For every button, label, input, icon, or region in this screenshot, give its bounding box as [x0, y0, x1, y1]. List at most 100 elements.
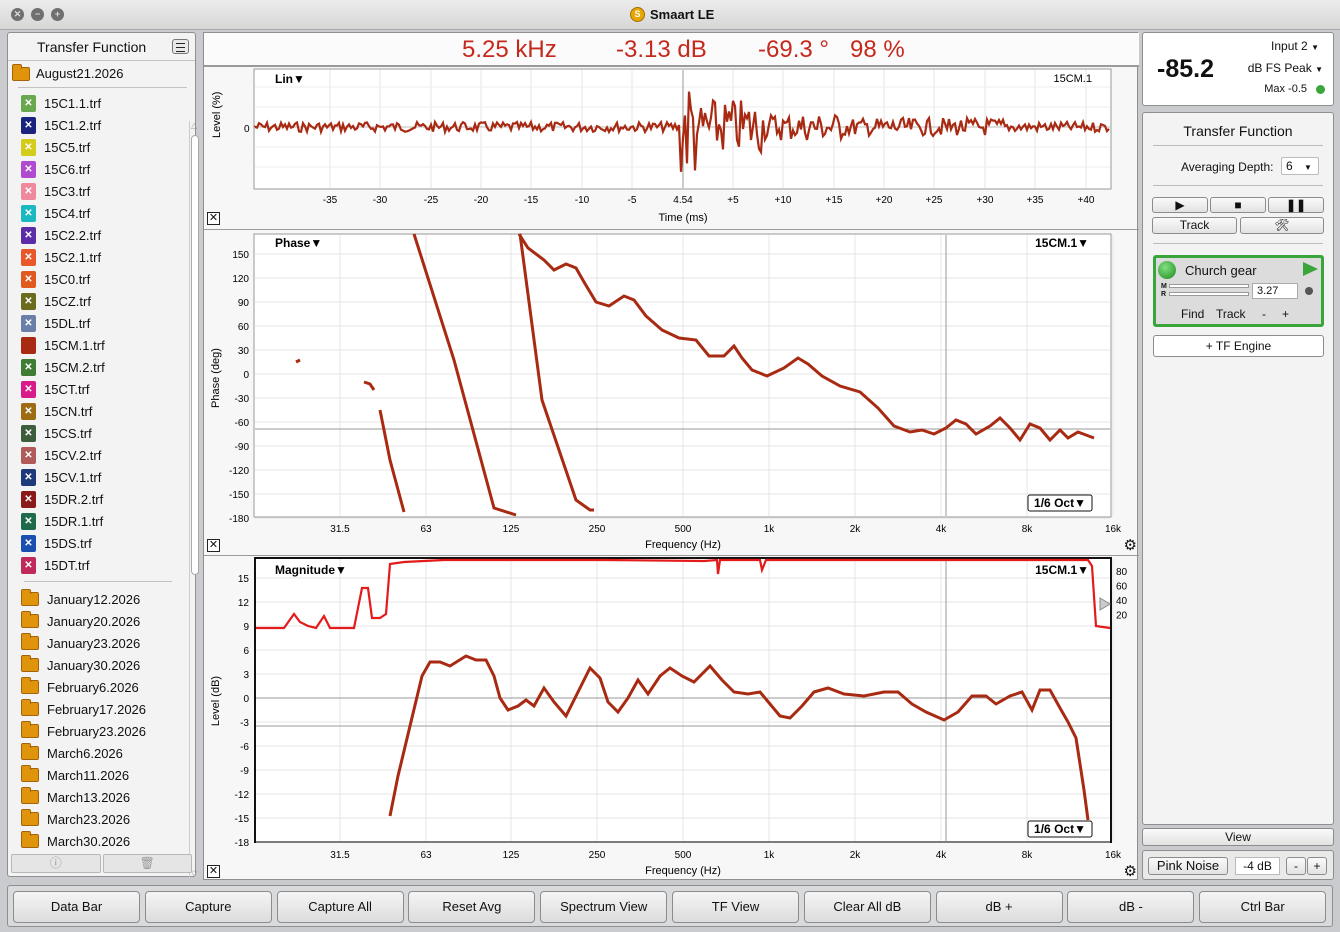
phase-trace-dropdown[interactable]: 15CM.1▼ [1035, 236, 1089, 250]
folder-row[interactable]: March6.2026 [18, 742, 180, 764]
magnitude-smoothing-dropdown[interactable]: 1/6 Oct▼ [1034, 822, 1086, 836]
engine-name[interactable]: Church gear [1185, 263, 1257, 278]
impulse-x-tick: +10 [775, 195, 792, 206]
file-row[interactable]: ✕ 15C2.2.trf [18, 224, 180, 246]
toolbar-button-capture[interactable]: Capture [144, 891, 272, 923]
file-row[interactable]: ✕ 15DL.trf [18, 312, 180, 334]
close-pane-icon[interactable]: ✕ [207, 539, 220, 552]
minimize-window-icon[interactable]: − [31, 8, 44, 21]
impulse-x-tick: +35 [1027, 195, 1044, 206]
folder-row[interactable]: March11.2026 [18, 764, 180, 786]
close-pane-icon[interactable]: ✕ [207, 212, 220, 225]
folder-row[interactable]: February17.2026 [18, 698, 180, 720]
title-bar: ✕ − + S Smaart LE [0, 0, 1340, 30]
trash-icon[interactable]: 🗑 [102, 854, 192, 873]
file-row[interactable]: ✕ 15CZ.trf [18, 290, 180, 312]
scroll-thumb[interactable] [191, 135, 199, 575]
file-row[interactable]: ✕ 15CS.trf [18, 422, 180, 444]
phase-plot[interactable]: 150 120 90 60 30 0 -30 -60 -90 -120 -150 -180 31.5 63… [204, 230, 1139, 556]
phase-smoothing-dropdown[interactable]: 1/6 Oct▼ [1034, 496, 1086, 510]
close-pane-icon[interactable]: ✕ [207, 865, 220, 878]
file-row[interactable]: ✕ 15CN.trf [18, 400, 180, 422]
impulse-plot[interactable]: Level (%) 0 -35 -30 -25 -20 -15 -10 -5 4.54 +5 +1… [204, 67, 1139, 230]
folder-row[interactable]: March13.2026 [18, 786, 180, 808]
view-button[interactable]: View [1142, 828, 1334, 846]
magnitude-x-tick: 1k [764, 850, 776, 861]
folder-icon [21, 611, 39, 628]
folder-row[interactable]: January12.2026 [18, 588, 180, 610]
file-row[interactable]: ✕ 15C1.2.trf [18, 114, 180, 136]
folder-row[interactable]: January20.2026 [18, 610, 180, 632]
toolbar-button-capture-all[interactable]: Capture All [276, 891, 404, 923]
file-row[interactable]: ✕ 15DS.trf [18, 532, 180, 554]
toolbar-button-clear-all-db[interactable]: Clear All dB [803, 891, 931, 923]
toolbar-button-tf-view[interactable]: TF View [672, 891, 799, 923]
file-row[interactable]: ✕ 15C3.trf [18, 180, 180, 202]
impulse-scale-dropdown[interactable]: Lin▼ [275, 72, 305, 86]
folder-row[interactable]: March30.2026 [18, 830, 180, 852]
folder-row[interactable]: January30.2026 [18, 654, 180, 676]
impulse-pane: Level (%) 0 -35 -30 -25 -20 -15 -10 -5 4.54 +5 +1… [204, 66, 1139, 229]
toolbar-button-db-[interactable]: dB + [935, 891, 1063, 923]
open-folder-row[interactable]: August21.2026 [8, 63, 195, 85]
delay-track-button[interactable]: Track [1216, 307, 1246, 321]
file-row[interactable]: ✕ 15DR.2.trf [18, 488, 180, 510]
pause-button[interactable]: ❚❚ [1268, 197, 1324, 213]
delay-minus-button[interactable]: - [1262, 307, 1266, 321]
generator-plus-button[interactable]: + [1307, 857, 1327, 875]
engine-on-icon[interactable] [1158, 261, 1176, 279]
tools-icon[interactable]: 🛠 [1240, 217, 1324, 234]
input-selector[interactable]: Input 2 ▼ [1271, 39, 1319, 53]
toolbar-button-reset-avg[interactable]: Reset Avg [408, 891, 536, 923]
zoom-window-icon[interactable]: + [51, 8, 64, 21]
folder-row[interactable]: January23.2026 [18, 632, 180, 654]
track-button[interactable]: Track [1152, 217, 1237, 234]
trace-file-icon: ✕ [21, 490, 36, 508]
gear-icon[interactable]: ⚙ [1124, 864, 1137, 879]
file-row[interactable]: ✕ 15CM.2.trf [18, 356, 180, 378]
engine-play-icon[interactable] [1303, 262, 1318, 276]
file-list-scrollbar[interactable]: △ ▽ [189, 121, 199, 878]
file-row[interactable]: ✕ 15C6.trf [18, 158, 180, 180]
file-row[interactable]: ✕ 15C0.trf [18, 268, 180, 290]
phase-y-tick: 60 [238, 322, 250, 333]
toolbar-button-db-[interactable]: dB - [1067, 891, 1195, 923]
phase-dropdown[interactable]: Phase▼ [275, 236, 322, 250]
gear-icon[interactable]: ⚙ [1124, 538, 1137, 553]
magnitude-trace-dropdown[interactable]: 15CM.1▼ [1035, 563, 1089, 577]
close-window-icon[interactable]: ✕ [11, 8, 24, 21]
file-row[interactable]: 15CM.1.trf [18, 334, 180, 356]
averaging-select[interactable]: 6 ▼ [1281, 157, 1319, 175]
file-row[interactable]: ✕ 15DT.trf [18, 554, 180, 576]
magnitude-plot[interactable]: 15129630-3-6-9-12-15-1831.5 63 125 250 500 1k… [204, 556, 1139, 882]
file-row[interactable]: ✕ 15CV.1.trf [18, 466, 180, 488]
toolbar-button-ctrl-bar[interactable]: Ctrl Bar [1199, 891, 1327, 923]
generator-minus-button[interactable]: - [1286, 857, 1306, 875]
delay-plus-button[interactable]: + [1282, 307, 1289, 321]
folder-row[interactable]: February6.2026 [18, 676, 180, 698]
file-row[interactable]: ✕ 15C1.1.trf [18, 92, 180, 114]
file-row[interactable]: ✕ 15CT.trf [18, 378, 180, 400]
file-row[interactable]: ✕ 15DR.1.trf [18, 510, 180, 532]
file-row[interactable]: ✕ 15C2.1.trf [18, 246, 180, 268]
file-row[interactable]: ✕ 15C4.trf [18, 202, 180, 224]
panel-menu-icon[interactable] [172, 39, 189, 54]
stop-button[interactable]: ■ [1210, 197, 1266, 213]
meter-mode-selector[interactable]: dB FS Peak ▼ [1248, 61, 1323, 75]
play-button[interactable]: ▶ [1152, 197, 1208, 213]
file-row[interactable]: ✕ 15C5.trf [18, 136, 180, 158]
find-button[interactable]: Find [1181, 307, 1204, 321]
folder-row[interactable]: March23.2026 [18, 808, 180, 830]
generator-level[interactable]: -4 dB [1235, 857, 1280, 875]
add-tf-engine-button[interactable]: + TF Engine [1153, 335, 1324, 357]
file-row[interactable]: ✕ 15CV.2.trf [18, 444, 180, 466]
tf-engine-card[interactable]: Church gear MR 3.27 Find Track - + [1153, 255, 1324, 327]
toolbar-button-data-bar[interactable]: Data Bar [13, 891, 140, 923]
info-icon[interactable]: ⓘ [11, 854, 101, 873]
magnitude-dropdown[interactable]: Magnitude▼ [275, 563, 347, 577]
delay-field[interactable]: 3.27 [1252, 283, 1298, 299]
toolbar-button-spectrum-view[interactable]: Spectrum View [540, 891, 668, 923]
pink-noise-button[interactable]: Pink Noise [1148, 857, 1228, 875]
trace-file-icon: ✕ [21, 270, 36, 288]
folder-row[interactable]: February23.2026 [18, 720, 180, 742]
